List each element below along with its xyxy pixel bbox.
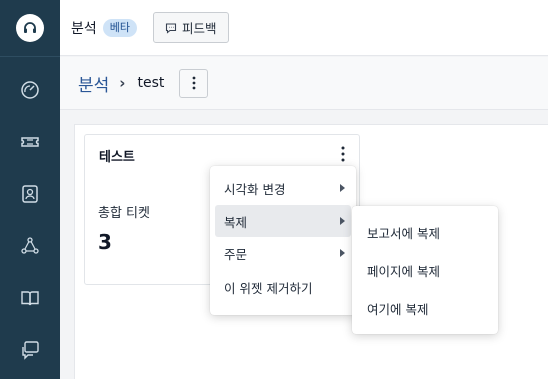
feedback-icon <box>165 22 177 34</box>
top-bar: 분석 베타 피드백 <box>60 0 548 56</box>
duplicate-submenu: 보고서에 복제 페이지에 복제 여기에 복제 <box>352 206 498 334</box>
metric-label: 총합 티켓 <box>98 206 150 221</box>
headset-icon <box>16 14 44 42</box>
menu-item-label: 복제 <box>224 214 248 230</box>
chevron-right-icon <box>340 217 345 225</box>
knowledge-icon[interactable] <box>17 285 43 311</box>
sidebar-divider <box>0 56 60 57</box>
submenu-item-label: 페이지에 복제 <box>367 263 440 279</box>
submenu-item-duplicate-to-page[interactable]: 페이지에 복제 <box>352 255 498 285</box>
feedback-label: 피드백 <box>182 21 217 36</box>
page-options-button[interactable] <box>179 68 209 98</box>
feedback-button[interactable]: 피드백 <box>153 12 229 43</box>
menu-item-remove-widget[interactable]: 이 위젯 제거하기 <box>215 271 351 303</box>
submenu-item-label: 여기에 복제 <box>367 301 429 317</box>
menu-item-change-visualization[interactable]: 시각화 변경 <box>215 172 351 204</box>
widget-options-button[interactable] <box>331 142 355 166</box>
dashboard-icon[interactable] <box>17 77 43 103</box>
widget-title: 테스트 <box>99 150 135 165</box>
menu-item-label: 시각화 변경 <box>224 181 286 197</box>
submenu-item-label: 보고서에 복제 <box>367 225 440 241</box>
app-title: 분석 <box>71 20 97 37</box>
conversations-icon[interactable] <box>17 337 43 363</box>
submenu-item-duplicate-to-report[interactable]: 보고서에 복제 <box>352 217 498 247</box>
kebab-icon <box>341 146 345 162</box>
metric-value: 3 <box>98 230 112 254</box>
logo[interactable] <box>0 0 60 56</box>
sidebar <box>0 0 60 379</box>
menu-item-label: 이 위젯 제거하기 <box>224 280 313 296</box>
breadcrumb-separator: › <box>119 74 126 92</box>
menu-item-order[interactable]: 주문 <box>215 237 351 269</box>
menu-item-label: 주문 <box>224 246 248 262</box>
contacts-icon[interactable] <box>17 181 43 207</box>
ticket-icon[interactable] <box>17 129 43 155</box>
kebab-icon <box>192 76 196 90</box>
breadcrumb-parent-link[interactable]: 분석 <box>78 71 109 96</box>
breadcrumb-current: test <box>137 75 165 91</box>
organization-icon[interactable] <box>17 233 43 259</box>
chevron-right-icon <box>340 249 345 257</box>
chevron-right-icon <box>340 184 345 192</box>
beta-badge: 베타 <box>102 18 138 37</box>
breadcrumb: 분석 › test <box>60 57 548 110</box>
menu-item-duplicate[interactable]: 복제 <box>215 205 351 237</box>
widget-context-menu: 시각화 변경 복제 주문 이 위젯 제거하기 <box>210 166 356 315</box>
submenu-item-duplicate-here[interactable]: 여기에 복제 <box>352 293 498 323</box>
